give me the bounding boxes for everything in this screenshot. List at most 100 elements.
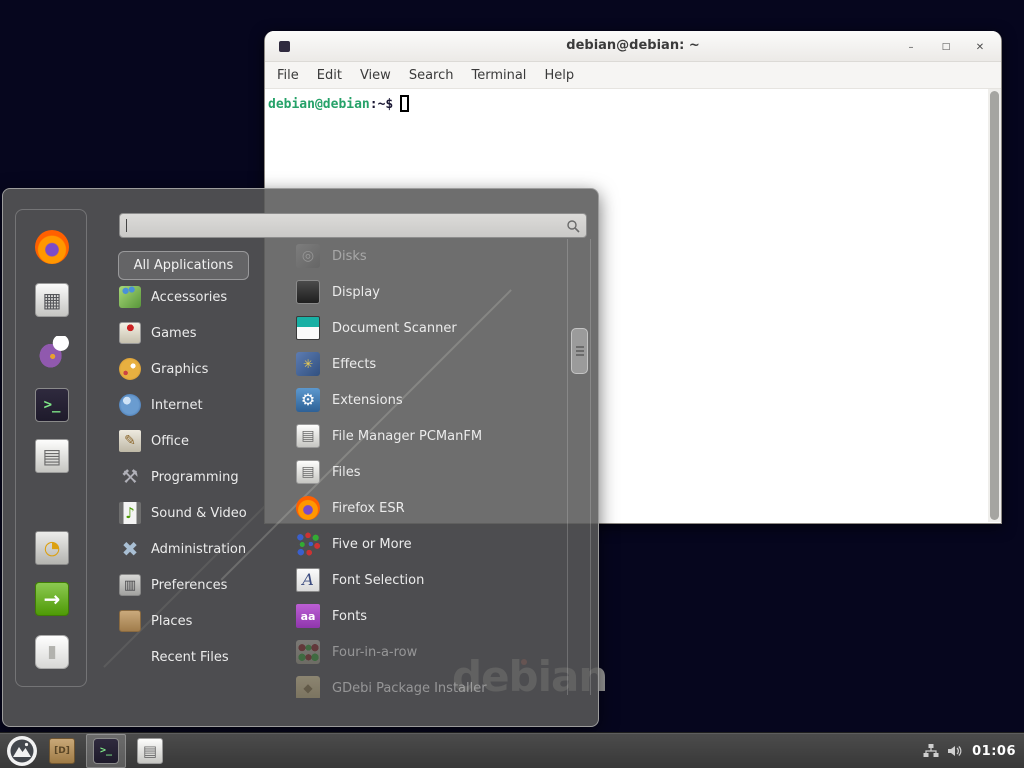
sound-video-icon: ♪ [119, 502, 141, 524]
favorite-pidgin-button[interactable] [35, 336, 69, 370]
font-selection-icon: A [296, 568, 320, 592]
search-box[interactable] [119, 213, 587, 238]
app-file-manager-pcmanfm[interactable]: ▤File Manager PCManFM [293, 418, 565, 454]
logout-icon: → [35, 582, 69, 616]
category-label: Sound & Video [151, 506, 247, 521]
network-icon[interactable] [922, 742, 940, 760]
favorites-panel: ▦ >_ ▤ ◔ → ▮ [15, 209, 87, 687]
app-disks[interactable]: ◎Disks [293, 238, 565, 274]
terminal-scrollbar[interactable] [988, 89, 1001, 522]
terminal-menu-help[interactable]: Help [535, 64, 583, 87]
fonts-icon: aa [296, 604, 320, 628]
close-button[interactable]: ✕ [972, 39, 988, 55]
games-icon-wrap [119, 322, 141, 344]
app-four-in-a-row[interactable]: Four-in-a-row [293, 634, 565, 670]
favorite-file-cabinet-button[interactable]: ▤ [35, 439, 69, 473]
favorite-shutdown-button[interactable]: ▮ [35, 635, 69, 669]
app-gdebi-package-installer[interactable]: ◆GDebi Package Installer [293, 670, 565, 698]
office-icon: ✎ [119, 430, 141, 452]
terminal-menu-edit[interactable]: Edit [308, 64, 351, 87]
document-scanner-icon [296, 316, 320, 340]
terminal-menu-terminal[interactable]: Terminal [462, 64, 535, 87]
taskbar-file-manager-desktop-button[interactable]: [D] [42, 734, 82, 768]
screensaver-icon: ◔ [35, 531, 69, 565]
category-accessories[interactable]: Accessories [115, 279, 280, 315]
menu-scrollbar-track[interactable] [567, 239, 591, 695]
favorite-control-center-button[interactable]: ▦ [35, 283, 69, 317]
terminal-menu-search[interactable]: Search [400, 64, 463, 87]
app-label: Effects [332, 357, 376, 372]
app-font-selection[interactable]: AFont Selection [293, 562, 565, 598]
graphics-icon [119, 358, 141, 380]
category-recent-files[interactable]: Recent Files [115, 639, 280, 675]
favorite-terminal-button[interactable]: >_ [35, 388, 69, 422]
app-firefox-esr[interactable]: Firefox ESR [293, 490, 565, 526]
volume-icon[interactable] [945, 742, 963, 760]
category-sound-video[interactable]: ♪ Sound & Video [115, 495, 280, 531]
terminal-icon: >_ [35, 388, 69, 422]
taskbar: [D] >_▤ 01:06 [0, 732, 1024, 768]
folder-d-icon: [D] [49, 738, 75, 764]
app-display[interactable]: Display [293, 274, 565, 310]
five-or-more-icon-wrap [296, 532, 320, 556]
four-in-a-row-icon [296, 640, 320, 664]
app-fonts[interactable]: aa Fonts [293, 598, 565, 634]
taskbar-file-manager-button[interactable]: ▤ [130, 734, 170, 768]
window-button-list: [D] >_▤ [42, 734, 174, 768]
app-effects[interactable]: ✳ Effects [293, 346, 565, 382]
app-label: GDebi Package Installer [332, 681, 487, 696]
category-internet[interactable]: Internet [115, 387, 280, 423]
favorite-firefox-button[interactable] [35, 230, 69, 264]
desktop: debian debian@debian: ~ – □ ✕ FileEditVi… [0, 0, 1024, 768]
app-extensions[interactable]: ⚙Extensions [293, 382, 565, 418]
application-menu: ▦ >_ ▤ ◔ → ▮ All Applications AccessoriesGame… [2, 188, 599, 727]
maximize-button[interactable]: □ [938, 39, 954, 55]
all-applications-button[interactable]: All Applications [118, 251, 249, 280]
search-input[interactable] [127, 214, 566, 237]
app-label: Five or More [332, 537, 412, 552]
category-administration[interactable]: ✖Administration [115, 531, 280, 567]
menu-scrollbar-thumb[interactable] [571, 328, 588, 374]
category-label: Places [151, 614, 192, 629]
clock[interactable]: 01:06 [968, 744, 1020, 759]
taskbar-terminal-button[interactable]: >_ [86, 734, 126, 768]
terminal-menu-file[interactable]: File [268, 64, 308, 87]
terminal-menubar: FileEditViewSearchTerminalHelp [265, 62, 1001, 89]
effects-icon-wrap: ✳ [296, 352, 320, 376]
favorite-logout-button[interactable]: → [35, 582, 69, 616]
firefox-icon-wrap [296, 496, 320, 520]
category-label: Recent Files [151, 650, 229, 665]
terminal-menu-view[interactable]: View [351, 64, 400, 87]
internet-icon-wrap [119, 394, 141, 416]
category-games[interactable]: Games [115, 315, 280, 351]
terminal-scrollbar-thumb[interactable] [990, 91, 999, 520]
font-selection-icon-wrap: A [296, 568, 320, 592]
app-five-or-more[interactable]: Five or More [293, 526, 565, 562]
document-scanner-icon-wrap [296, 316, 320, 340]
favorite-screensaver-button[interactable]: ◔ [35, 531, 69, 565]
app-label: Document Scanner [332, 321, 457, 336]
scrollbar-grip-icon [576, 350, 584, 352]
empty-icon-space [119, 646, 141, 668]
terminal-titlebar[interactable]: debian@debian: ~ – □ ✕ [265, 31, 1001, 62]
category-places[interactable]: Places [115, 603, 280, 639]
category-label: Office [151, 434, 189, 449]
file-cabinet-icon: ▤ [296, 460, 320, 484]
minimize-button[interactable]: – [903, 39, 919, 55]
category-preferences[interactable]: ▥Preferences [115, 567, 280, 603]
file-cabinet-icon-wrap: ▤ [296, 424, 320, 448]
prompt-path: :~$ [370, 97, 393, 112]
taskbar-menu-button[interactable] [6, 735, 38, 767]
app-files[interactable]: ▤Files [293, 454, 565, 490]
fonts-icon-wrap: aa [296, 604, 320, 628]
disks-icon: ◎ [296, 244, 320, 268]
category-programming[interactable]: ⚒Programming [115, 459, 280, 495]
category-graphics[interactable]: Graphics [115, 351, 280, 387]
effects-icon: ✳ [296, 352, 320, 376]
administration-icon-wrap: ✖ [119, 538, 141, 560]
administration-icon: ✖ [119, 538, 141, 560]
category-office[interactable]: ✎ Office [115, 423, 280, 459]
pidgin-icon [35, 336, 69, 370]
app-label: Fonts [332, 609, 367, 624]
app-document-scanner[interactable]: Document Scanner [293, 310, 565, 346]
